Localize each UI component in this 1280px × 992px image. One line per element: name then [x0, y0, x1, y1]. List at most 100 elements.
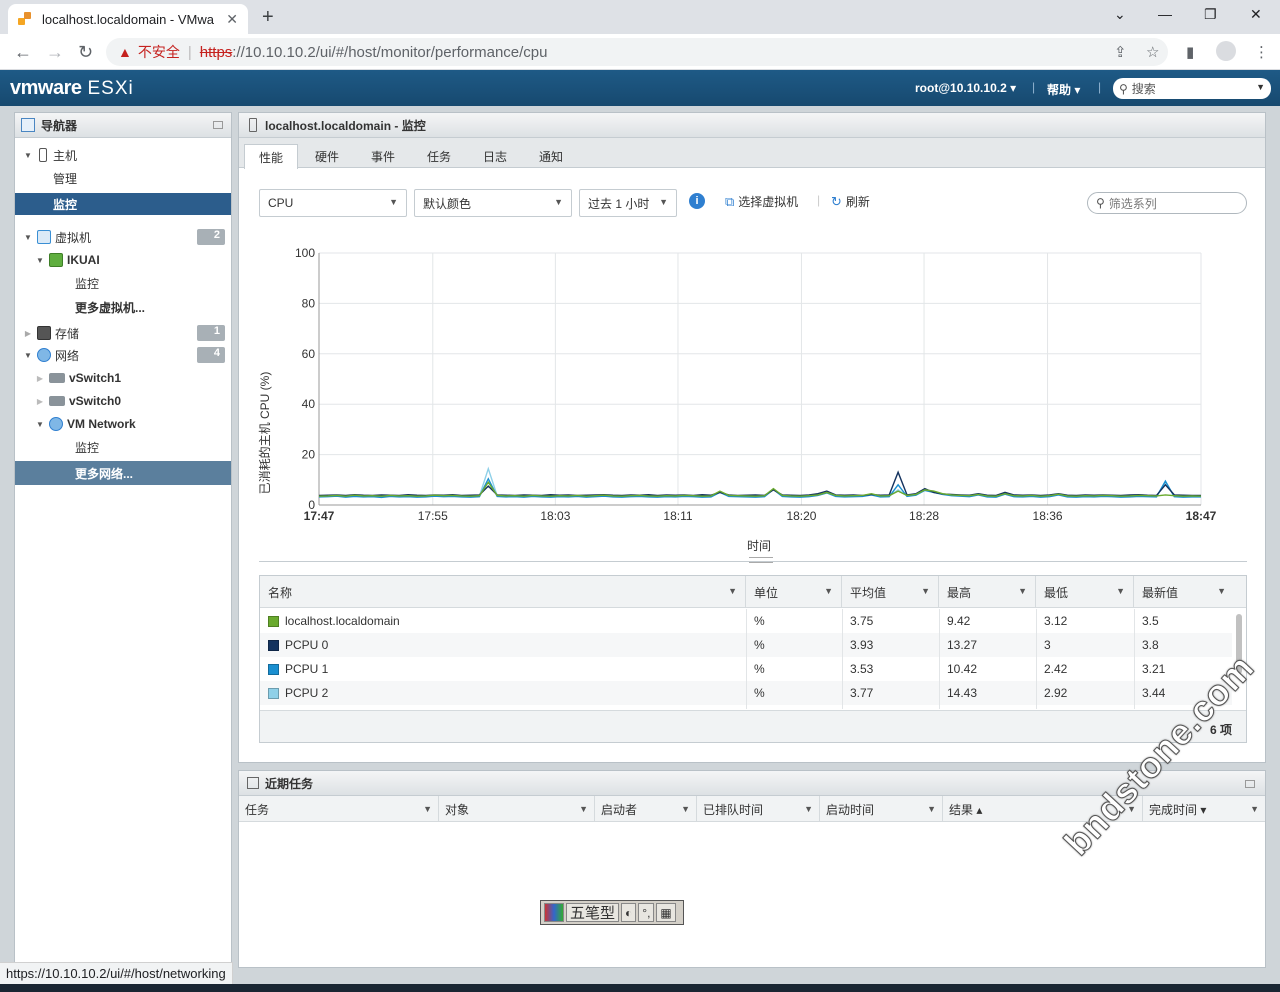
ime-keyboard-icon[interactable]: ▦	[656, 903, 676, 922]
address-bar[interactable]: ▲ 不安全 | https ://10.10.10.2/ui/#/host/mo…	[106, 38, 1168, 66]
nav-more-vms[interactable]: 更多虚拟机...	[15, 296, 231, 318]
new-tab-button[interactable]: +	[262, 6, 274, 29]
chart-x-ticks: 17:47 17:55 18:03 18:11 18:20 18:28 18:36 18:47	[304, 509, 1217, 523]
reload-icon[interactable]: ↻	[78, 42, 93, 63]
select-vm-button[interactable]: ⧉ 选择虚拟机	[725, 193, 798, 210]
nav-vswitch0[interactable]: ▶ vSwitch0	[15, 390, 231, 412]
cell-text: 3.44	[1142, 686, 1166, 700]
chevron-down-icon: ▼	[389, 197, 398, 207]
color-select[interactable]: 默认颜色 ▼	[414, 189, 572, 217]
forward-icon[interactable]: →	[46, 42, 64, 63]
expand-arrow-icon[interactable]: ▶	[23, 329, 33, 338]
nav-vm-network[interactable]: ▼ VM Network	[15, 413, 231, 435]
collapse-arrow-icon[interactable]: ▼	[35, 420, 45, 429]
ime-punctuation-icon[interactable]: °,	[638, 903, 655, 922]
restore-icon[interactable]: ❐	[1204, 6, 1217, 23]
x-tick-label: 18:20	[786, 509, 816, 523]
col-min[interactable]: 最低 ▼	[1036, 576, 1134, 608]
info-icon[interactable]: i	[689, 193, 705, 209]
metric-select[interactable]: CPU ▼	[259, 189, 407, 217]
cpu-chart: 0 20 40 60 80 100 17:47 17:55 18:03 18:11 18:20 18…	[257, 243, 1247, 563]
y-tick-label: 40	[302, 397, 316, 411]
network-icon	[37, 348, 51, 362]
tab-tasks[interactable]: 任务	[413, 144, 465, 168]
expand-arrow-icon[interactable]: ▶	[35, 397, 45, 406]
warning-icon: ▲	[118, 44, 132, 60]
filter-series-input[interactable]: ⚲ 筛选系列	[1087, 192, 1247, 214]
collapse-arrow-icon[interactable]: ▼	[35, 256, 45, 265]
tab-performance[interactable]: 性能	[244, 144, 299, 169]
cell-name: PCPU 1	[260, 657, 328, 681]
monitor-header: localhost.localdomain - 监控	[239, 113, 1265, 138]
nav-storage[interactable]: ▶ 存储 1	[15, 322, 231, 344]
col-unit[interactable]: 单位 ▼	[746, 576, 842, 608]
nav-vswitch1[interactable]: ▶ vSwitch1	[15, 367, 231, 389]
close-tab-icon[interactable]: ✕	[226, 11, 238, 28]
ime-logo-icon[interactable]	[544, 903, 564, 922]
x-tick-label: 18:03	[540, 509, 570, 523]
profile-avatar-icon[interactable]	[1216, 41, 1236, 61]
tab-notifications[interactable]: 通知	[525, 144, 577, 168]
link-status-bar: https://10.10.10.2/ui/#/host/networking	[0, 962, 233, 984]
col-task[interactable]: 任务 ▼	[239, 796, 439, 822]
tab-logs[interactable]: 日志	[469, 144, 521, 168]
ime-mode[interactable]: 五笔型	[566, 903, 620, 922]
col-latest[interactable]: 最新值 ▼	[1134, 576, 1246, 608]
series-line-pcpu-0	[318, 470, 1201, 497]
cell-min: 3	[1036, 633, 1051, 657]
col-object[interactable]: 对象 ▼	[439, 796, 595, 822]
col-started[interactable]: 启动时间 ▼	[820, 796, 943, 822]
more-menu-icon[interactable]: ⋮	[1254, 43, 1269, 61]
col-initiator[interactable]: 启动者 ▼	[595, 796, 697, 822]
col-queued[interactable]: 已排队时间 ▼	[697, 796, 820, 822]
cell-latest: 3.44	[1134, 681, 1165, 705]
user-menu[interactable]: root@10.10.10.2 ▾	[915, 81, 1016, 95]
tab-events[interactable]: 事件	[357, 144, 409, 168]
minimize-panel-icon[interactable]	[1245, 780, 1255, 788]
series-line-pcpu-2	[318, 466, 1201, 498]
nav-network[interactable]: ▼ 网络 4	[15, 344, 231, 366]
expand-arrow-icon[interactable]: ▶	[35, 374, 45, 383]
tab-hardware[interactable]: 硬件	[301, 144, 353, 168]
col-average[interactable]: 平均值 ▼	[842, 576, 939, 608]
nav-host[interactable]: ▼ 主机	[15, 144, 231, 166]
bookmark-star-icon[interactable]: ☆	[1146, 43, 1159, 61]
col-completed[interactable]: 完成时间 ▾ ▼	[1143, 796, 1265, 822]
collapse-arrow-icon[interactable]: ▼	[23, 151, 33, 160]
toolbar-divider: |	[817, 193, 821, 207]
search-box[interactable]: ⚲ 搜索 ▼	[1113, 78, 1271, 99]
browser-tab[interactable]: localhost.localdomain - VMwa ✕	[8, 4, 248, 34]
minimize-panel-icon[interactable]	[213, 121, 223, 129]
ime-halfwidth-icon[interactable]: ◐	[621, 903, 637, 922]
sidepanel-icon[interactable]: ▮	[1186, 43, 1194, 61]
nav-vms[interactable]: ▼ 虚拟机 2	[15, 226, 231, 248]
cell-unit: %	[746, 657, 765, 681]
nav-host-monitor[interactable]: 监控	[15, 193, 231, 215]
share-icon[interactable]: ⇪	[1114, 43, 1127, 61]
help-menu[interactable]: 帮助 ▾	[1047, 81, 1080, 98]
time-range-select[interactable]: 过去 1 小时 ▼	[579, 189, 677, 217]
col-name[interactable]: 名称 ▼	[260, 576, 746, 608]
collapse-arrow-icon[interactable]: ▼	[23, 351, 33, 360]
close-window-icon[interactable]: ✕	[1250, 6, 1262, 23]
cell-text: 3.53	[850, 662, 874, 676]
col-max[interactable]: 最高 ▼	[939, 576, 1036, 608]
minimize-icon[interactable]: —	[1158, 6, 1172, 22]
cell-avg: 3.75	[842, 609, 873, 633]
ime-toolbar[interactable]: 五笔型 ◐ °, ▦	[540, 900, 684, 925]
splitter-grip-icon[interactable]	[749, 557, 773, 563]
nav-vm-ikuai-monitor[interactable]: 监控	[15, 272, 231, 294]
cell-text: 2.92	[1044, 686, 1068, 700]
refresh-button[interactable]: ↻ 刷新	[831, 193, 870, 210]
nav-host-manage[interactable]: 管理	[15, 167, 231, 189]
collapse-arrow-icon[interactable]: ▼	[23, 233, 33, 242]
nav-vm-network-monitor[interactable]: 监控	[15, 436, 231, 458]
cell-text: 3.5	[1142, 614, 1159, 628]
back-icon[interactable]: ←	[14, 42, 32, 63]
search-icon: ⚲	[1119, 81, 1128, 96]
tab-search-icon[interactable]: ⌄	[1114, 6, 1126, 23]
column-separator	[1036, 609, 1037, 709]
chevron-down-icon[interactable]: ▼	[1256, 82, 1265, 92]
nav-more-networks[interactable]: 更多网络...	[15, 461, 231, 485]
nav-vm-ikuai[interactable]: ▼ IKUAI	[15, 249, 231, 271]
